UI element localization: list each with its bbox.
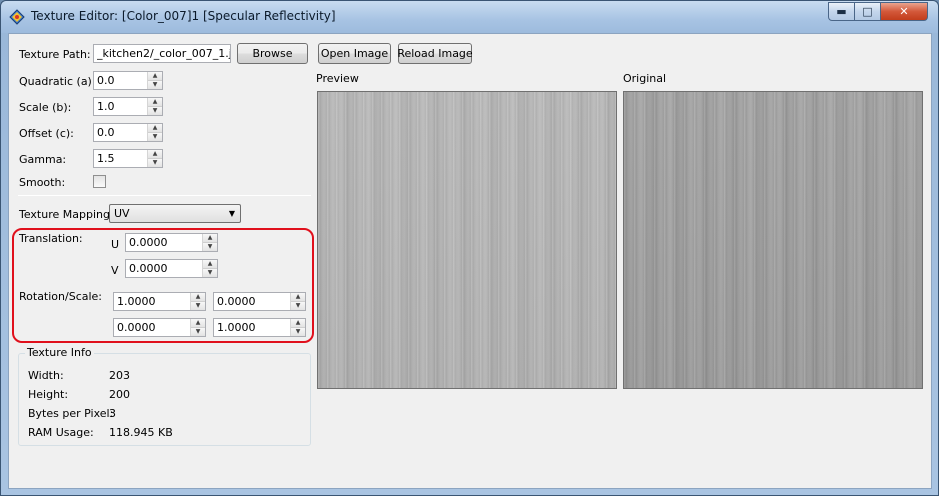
rotation-m11-stepper[interactable]: 1.0000 ▲ ▼ <box>213 318 306 337</box>
offset-spin[interactable]: ▲ ▼ <box>147 124 162 141</box>
arrow-down-icon[interactable]: ▼ <box>148 159 162 167</box>
translation-u-value: 0.0000 <box>129 236 168 249</box>
texture-path-input[interactable]: _kitchen2/_color_007_1.jpg <box>93 44 231 63</box>
arrow-down-icon[interactable]: ▼ <box>291 328 305 336</box>
smooth-label: Smooth: <box>19 176 66 189</box>
rotation-m00-spin[interactable]: ▲ ▼ <box>190 293 205 310</box>
rotation-m10-stepper[interactable]: 0.0000 ▲ ▼ <box>113 318 206 337</box>
texture-mapping-select[interactable]: UV ▼ <box>109 204 241 223</box>
arrow-down-icon[interactable]: ▼ <box>148 81 162 89</box>
smooth-checkbox[interactable] <box>93 175 106 188</box>
arrow-up-icon[interactable]: ▲ <box>291 319 305 328</box>
ram-usage-label: RAM Usage: <box>28 426 94 439</box>
height-value: 200 <box>109 388 130 401</box>
preview-label: Preview <box>316 72 359 85</box>
scale-spin[interactable]: ▲ ▼ <box>147 98 162 115</box>
arrow-down-icon[interactable]: ▼ <box>148 107 162 115</box>
minimize-button[interactable]: ▬ <box>828 2 855 21</box>
height-label: Height: <box>28 388 69 401</box>
gamma-stepper[interactable]: 1.5 ▲ ▼ <box>93 149 163 168</box>
rotation-m00-stepper[interactable]: 1.0000 ▲ ▼ <box>113 292 206 311</box>
rotation-m01-value: 0.0000 <box>217 295 256 308</box>
arrow-up-icon[interactable]: ▲ <box>291 293 305 302</box>
bytes-per-pixel-value: 3 <box>109 407 116 420</box>
width-value: 203 <box>109 369 130 382</box>
texture-mapping-label: Texture Mapping: <box>19 208 114 221</box>
quadratic-stepper[interactable]: 0.0 ▲ ▼ <box>93 71 163 90</box>
texture-path-label: Texture Path: <box>19 48 91 61</box>
minimize-icon: ▬ <box>836 5 847 18</box>
quadratic-value: 0.0 <box>97 74 115 87</box>
arrow-down-icon[interactable]: ▼ <box>203 269 217 277</box>
arrow-down-icon[interactable]: ▼ <box>191 328 205 336</box>
quadratic-label: Quadratic (a): <box>19 75 96 88</box>
rotation-m00-value: 1.0000 <box>117 295 156 308</box>
rotation-m11-spin[interactable]: ▲ ▼ <box>290 319 305 336</box>
width-label: Width: <box>28 369 64 382</box>
gamma-spin[interactable]: ▲ ▼ <box>147 150 162 167</box>
open-image-button[interactable]: Open Image <box>318 43 391 64</box>
translation-u-stepper[interactable]: 0.0000 ▲ ▼ <box>125 233 218 252</box>
window-title: Texture Editor: [Color_007]1 [Specular R… <box>31 9 336 23</box>
gamma-value: 1.5 <box>97 152 115 165</box>
arrow-down-icon[interactable]: ▼ <box>148 133 162 141</box>
ram-usage-value: 118.945 KB <box>109 426 173 439</box>
app-icon <box>9 9 25 25</box>
translation-v-stepper[interactable]: 0.0000 ▲ ▼ <box>125 259 218 278</box>
translation-v-spin[interactable]: ▲ ▼ <box>202 260 217 277</box>
offset-label: Offset (c): <box>19 127 74 140</box>
offset-value: 0.0 <box>97 126 115 139</box>
u-label: U <box>111 238 120 251</box>
rotation-m10-spin[interactable]: ▲ ▼ <box>190 319 205 336</box>
maximize-icon: □ <box>862 5 873 18</box>
arrow-up-icon[interactable]: ▲ <box>148 72 162 81</box>
gamma-label: Gamma: <box>19 153 67 166</box>
translation-v-value: 0.0000 <box>129 262 168 275</box>
offset-stepper[interactable]: 0.0 ▲ ▼ <box>93 123 163 142</box>
arrow-up-icon[interactable]: ▲ <box>148 98 162 107</box>
browse-button[interactable]: Browse <box>237 43 308 64</box>
maximize-button[interactable]: □ <box>854 2 881 21</box>
rotation-m10-value: 0.0000 <box>117 321 156 334</box>
close-button[interactable]: ✕ <box>880 2 928 21</box>
rotation-scale-label: Rotation/Scale: <box>19 290 103 303</box>
translation-u-spin[interactable]: ▲ ▼ <box>202 234 217 251</box>
translation-label: Translation: <box>19 232 83 245</box>
arrow-up-icon[interactable]: ▲ <box>148 124 162 133</box>
texture-editor-window: Texture Editor: [Color_007]1 [Specular R… <box>0 0 939 496</box>
section-divider <box>18 195 311 196</box>
scale-value: 1.0 <box>97 100 115 113</box>
arrow-up-icon[interactable]: ▲ <box>203 234 217 243</box>
arrow-up-icon[interactable]: ▲ <box>191 319 205 328</box>
rotation-m11-value: 1.0000 <box>217 321 256 334</box>
title-bar[interactable]: Texture Editor: [Color_007]1 [Specular R… <box>1 1 938 33</box>
arrow-up-icon[interactable]: ▲ <box>191 293 205 302</box>
scale-stepper[interactable]: 1.0 ▲ ▼ <box>93 97 163 116</box>
bytes-per-pixel-label: Bytes per Pixel: <box>28 407 114 420</box>
close-icon: ✕ <box>899 5 909 18</box>
editor-client-area: Texture Path: _kitchen2/_color_007_1.jpg… <box>8 33 932 489</box>
original-image <box>623 91 923 389</box>
v-label: V <box>111 264 119 277</box>
scale-label: Scale (b): <box>19 101 72 114</box>
reload-image-button[interactable]: Reload Image <box>397 43 473 64</box>
arrow-down-icon[interactable]: ▼ <box>191 302 205 310</box>
texture-mapping-value: UV <box>114 207 130 220</box>
texture-path-value: _kitchen2/_color_007_1.jpg <box>97 47 230 60</box>
rotation-m01-spin[interactable]: ▲ ▼ <box>290 293 305 310</box>
texture-info-title: Texture Info <box>25 346 94 359</box>
preview-image <box>317 91 617 389</box>
chevron-down-icon: ▼ <box>228 209 235 218</box>
arrow-down-icon[interactable]: ▼ <box>291 302 305 310</box>
quadratic-spin[interactable]: ▲ ▼ <box>147 72 162 89</box>
original-label: Original <box>623 72 667 85</box>
arrow-up-icon[interactable]: ▲ <box>148 150 162 159</box>
arrow-down-icon[interactable]: ▼ <box>203 243 217 251</box>
arrow-up-icon[interactable]: ▲ <box>203 260 217 269</box>
rotation-m01-stepper[interactable]: 0.0000 ▲ ▼ <box>213 292 306 311</box>
